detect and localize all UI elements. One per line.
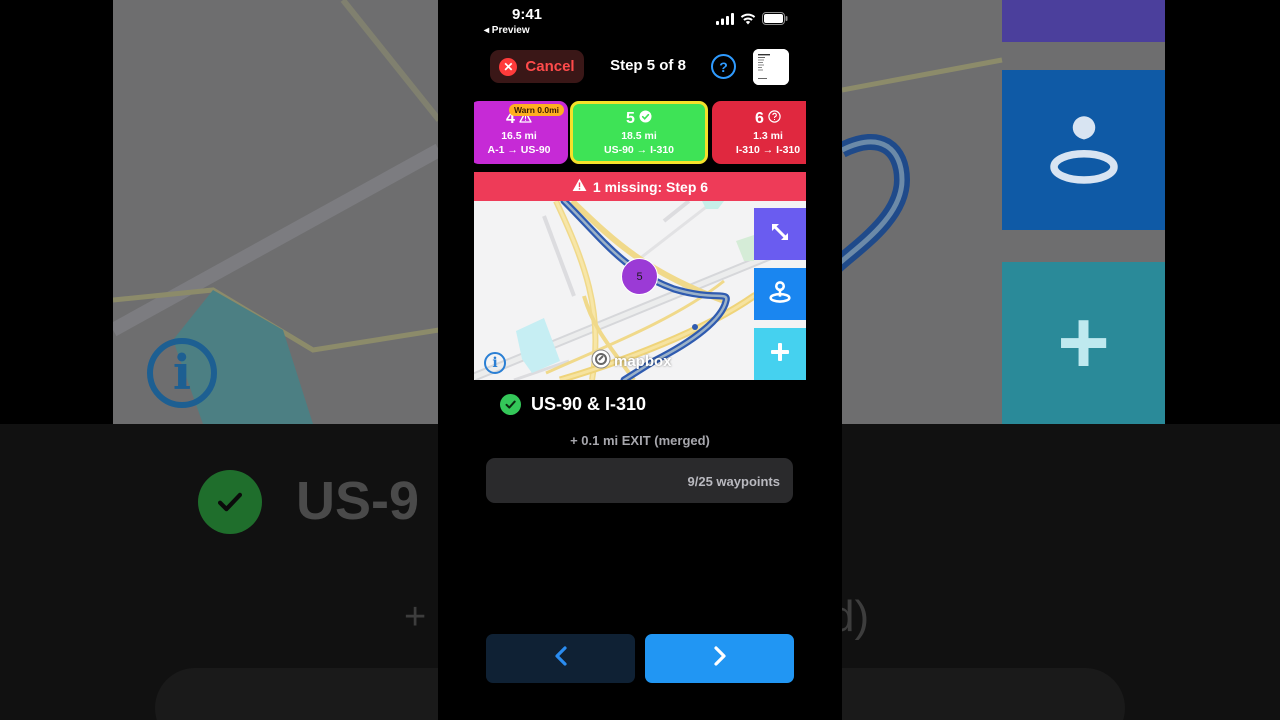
step-distance: 1.3 mi (753, 130, 783, 142)
backdrop-tile-blue (1002, 70, 1165, 230)
expand-map-button[interactable] (754, 208, 806, 260)
step-number-row: 6 (712, 110, 806, 128)
chevron-left-icon (553, 645, 569, 672)
waypoints-bar: 9/25 waypoints (486, 458, 793, 503)
map-pin-icon (766, 278, 794, 311)
check-circle-icon (500, 394, 521, 415)
step-card-4[interactable]: Warn 0.0mi 4 16.5 mi A-1 → US-90 (474, 101, 568, 164)
back-to-preview-link[interactable]: ◂ Preview (484, 25, 530, 36)
plus-icon (770, 342, 790, 367)
close-icon: ✕ (499, 57, 518, 76)
backdrop-title: US-9 (296, 471, 420, 531)
step-route: US-90 → I-310 (603, 144, 675, 156)
missing-steps-text: 1 missing: Step 6 (592, 178, 709, 195)
add-pin-button[interactable] (754, 268, 806, 320)
next-step-button[interactable] (645, 634, 794, 683)
backdrop-check-icon (198, 470, 262, 534)
signal-icon (716, 12, 734, 30)
check-circle-icon (639, 110, 652, 128)
step-route: A-1 → US-90 (487, 144, 551, 156)
location-title: US-90 & I-310 (531, 394, 647, 414)
add-waypoint-button[interactable] (754, 328, 806, 380)
step-carousel: Warn 0.0mi 4 16.5 mi A-1 → US-90 5 18.5 … (474, 101, 806, 164)
step-distance: 18.5 mi (621, 130, 657, 142)
battery-icon (762, 12, 788, 30)
status-icons (716, 12, 788, 30)
step-number: 6 (755, 110, 764, 127)
location-header: US-90 & I-310 (500, 394, 646, 415)
phone-screen: 9:41 ◂ Preview ✕ Cancel Step 5 of 8 ? Wa… (438, 0, 842, 720)
previous-step-button[interactable] (486, 634, 635, 683)
cancel-label: Cancel (525, 58, 575, 75)
warning-icon (572, 178, 587, 195)
mapbox-label: mapbox (614, 352, 672, 370)
backdrop-map-right: + (842, 0, 1165, 424)
step-number-row: 5 (573, 110, 705, 128)
mapbox-logo-icon (591, 349, 611, 373)
warning-badge: Warn 0.0mi (508, 104, 564, 116)
document-thumbnail[interactable] (753, 49, 789, 85)
question-circle-icon (768, 110, 781, 128)
mapbox-attribution[interactable]: mapbox (591, 349, 672, 373)
step-title: Step 5 of 8 (610, 57, 686, 74)
location-detail: + 0.1 mi EXIT (merged) (570, 433, 710, 448)
step-route: I-310 → I-310 (735, 144, 801, 156)
status-bar: 9:41 ◂ Preview (438, 0, 842, 44)
step-distance: 16.5 mi (501, 130, 537, 142)
step-card-5[interactable]: 5 18.5 mi US-90 → I-310 (570, 101, 708, 164)
status-time: 9:41 (512, 6, 543, 23)
info-icon[interactable]: i (484, 352, 506, 374)
help-icon[interactable]: ? (711, 54, 736, 79)
step-card-6[interactable]: 6 1.3 mi I-310 → I-310 (712, 101, 806, 164)
cancel-button[interactable]: ✕ Cancel (490, 50, 584, 83)
backdrop-map-left: i (113, 0, 439, 424)
step-marker[interactable]: 5 (621, 258, 658, 295)
backdrop-info-icon: i (147, 338, 217, 408)
missing-steps-banner[interactable]: 1 missing: Step 6 (474, 172, 806, 201)
chevron-right-icon (712, 645, 728, 672)
expand-icon (769, 221, 791, 248)
backdrop-plus: + (404, 596, 427, 638)
route-map[interactable]: 5 mapbox i (474, 201, 806, 380)
step-number: 5 (626, 110, 635, 127)
waypoints-count: 9/25 waypoints (687, 474, 780, 489)
backdrop-tile-teal: + (1002, 262, 1165, 424)
backdrop-tile-purple (1002, 0, 1165, 42)
wifi-icon (740, 12, 756, 30)
